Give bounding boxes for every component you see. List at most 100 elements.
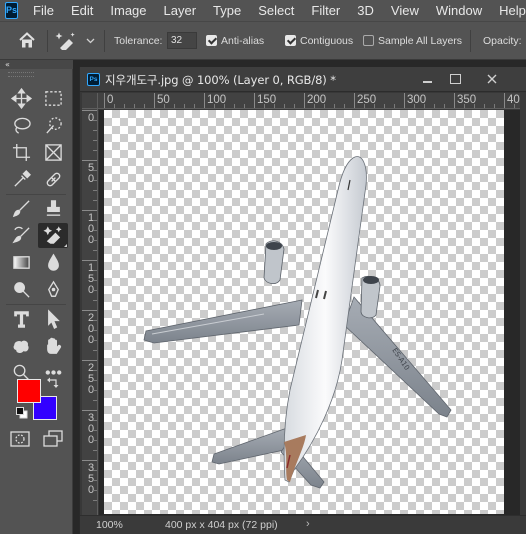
ruler-tick	[354, 93, 355, 108]
contiguous-label: Contiguous	[300, 35, 354, 47]
menu-file[interactable]: File	[24, 0, 62, 21]
crop-tool[interactable]	[6, 140, 36, 165]
ruler-minor-tick	[294, 104, 295, 108]
ruler-minor-tick	[93, 200, 97, 201]
status-menu-arrow[interactable]: ›	[306, 518, 310, 530]
maximize-button[interactable]	[443, 71, 467, 87]
ruler-minor-tick	[93, 190, 97, 191]
menu-view[interactable]: View	[382, 0, 427, 21]
hand-tool[interactable]	[38, 334, 68, 359]
foreground-color-swatch[interactable]	[17, 379, 41, 403]
ruler-minor-tick	[184, 104, 185, 108]
ruler-minor-tick	[514, 104, 515, 108]
vertical-ruler[interactable]: 050100150200250300350	[82, 109, 98, 515]
status-bar: 100% 400 px x 404 px (72 ppi) ›	[80, 515, 526, 534]
close-icon	[487, 74, 497, 84]
tolerance-label: Tolerance:	[114, 35, 163, 47]
eraser-icon	[42, 226, 62, 244]
marquee-tool[interactable]	[38, 86, 68, 111]
dodge-icon	[13, 282, 30, 298]
antialias-label: Anti-alias	[221, 35, 265, 47]
ruler-minor-tick	[93, 440, 97, 441]
menu-edit[interactable]: Edit	[62, 0, 101, 21]
pen-tool[interactable]	[38, 277, 68, 302]
hand-icon	[46, 337, 61, 354]
ruler-minor-tick	[464, 104, 465, 108]
horizontal-ruler[interactable]: 050100150200250300350400	[82, 93, 520, 109]
ruler-minor-tick	[134, 104, 135, 108]
separator	[6, 304, 66, 305]
gradient-tool[interactable]	[6, 250, 36, 275]
document-titlebar[interactable]: Ps 지우개도구.jpg @ 100% (Layer 0, RGB/8) *	[80, 67, 526, 92]
shape-tool[interactable]	[6, 334, 36, 359]
move-tool[interactable]	[6, 86, 36, 111]
canvas-area[interactable]: ES-A10	[99, 110, 520, 515]
quick-selection-tool[interactable]	[38, 113, 68, 138]
zoom-level[interactable]: 100%	[96, 519, 123, 531]
ruler-minor-tick	[444, 104, 445, 108]
healing-brush-tool[interactable]	[38, 167, 68, 192]
eraser-tool[interactable]	[38, 223, 68, 248]
blur-tool[interactable]	[38, 250, 68, 275]
brush-tool[interactable]	[6, 196, 36, 221]
ruler-minor-tick	[93, 470, 97, 471]
ruler-minor-tick	[434, 104, 435, 108]
ruler-minor-tick	[93, 500, 97, 501]
ruler-minor-tick	[93, 330, 97, 331]
magic-eraser-preset-icon[interactable]	[55, 31, 81, 51]
ruler-tick	[254, 93, 255, 108]
airplane-image[interactable]: ES-A10	[104, 110, 504, 514]
ruler-minor-tick	[93, 180, 97, 181]
home-icon[interactable]	[18, 32, 36, 49]
menu-select[interactable]: Select	[249, 0, 302, 21]
menu-type[interactable]: Type	[204, 0, 249, 21]
canvas[interactable]: ES-A10	[104, 110, 504, 514]
menu-help[interactable]: Help	[490, 0, 526, 21]
ruler-tick	[82, 110, 97, 111]
antialias-checkbox[interactable]	[206, 35, 217, 46]
vertical-scrollbar[interactable]	[520, 93, 526, 515]
contiguous-checkbox[interactable]	[285, 35, 296, 46]
type-icon	[13, 311, 29, 328]
photoshop-logo[interactable]: Ps	[5, 2, 19, 19]
ruler-origin[interactable]	[82, 93, 98, 109]
ruler-minor-tick	[93, 250, 97, 251]
eyedropper-tool[interactable]	[6, 167, 36, 192]
ruler-tick	[404, 93, 405, 108]
history-brush-tool[interactable]	[6, 223, 36, 248]
type-tool[interactable]	[6, 307, 36, 332]
menu-image[interactable]: Image	[101, 0, 154, 21]
menu-layer[interactable]: Layer	[155, 0, 205, 21]
ruler-minor-tick	[314, 104, 315, 108]
sample-all-layers-checkbox[interactable]	[363, 35, 374, 46]
ruler-minor-tick	[93, 220, 97, 221]
screen-mode-icon[interactable]	[43, 430, 63, 448]
ruler-tick	[304, 93, 305, 108]
minimize-button[interactable]	[415, 71, 439, 87]
ruler-tick	[82, 460, 97, 461]
default-colors-icon[interactable]	[16, 407, 28, 419]
ruler-tick	[82, 210, 97, 211]
brush-icon	[12, 200, 30, 218]
menu-window[interactable]: Window	[427, 0, 490, 21]
menu-3d[interactable]: 3D	[348, 0, 382, 21]
clone-stamp-tool[interactable]	[38, 196, 68, 221]
quick-mask-icon[interactable]	[10, 430, 30, 448]
close-button[interactable]	[480, 71, 504, 87]
ruler-tick	[82, 410, 97, 411]
document-icon: Ps	[87, 73, 100, 86]
ruler-minor-tick	[93, 350, 97, 351]
frame-tool[interactable]	[38, 140, 68, 165]
ruler-tick	[454, 93, 455, 108]
tolerance-input[interactable]: 32	[167, 32, 197, 49]
panel-grip[interactable]	[0, 70, 73, 77]
dodge-tool[interactable]	[6, 277, 36, 302]
panel-collapse-button[interactable]: «	[0, 60, 73, 69]
lasso-tool[interactable]	[6, 113, 36, 138]
chevron-down-icon[interactable]	[86, 38, 95, 44]
tools-panel: «	[0, 60, 73, 534]
crop-icon	[12, 143, 30, 162]
swap-colors-icon[interactable]	[47, 376, 59, 388]
path-selection-tool[interactable]	[38, 307, 68, 332]
menu-filter[interactable]: Filter	[302, 0, 348, 21]
